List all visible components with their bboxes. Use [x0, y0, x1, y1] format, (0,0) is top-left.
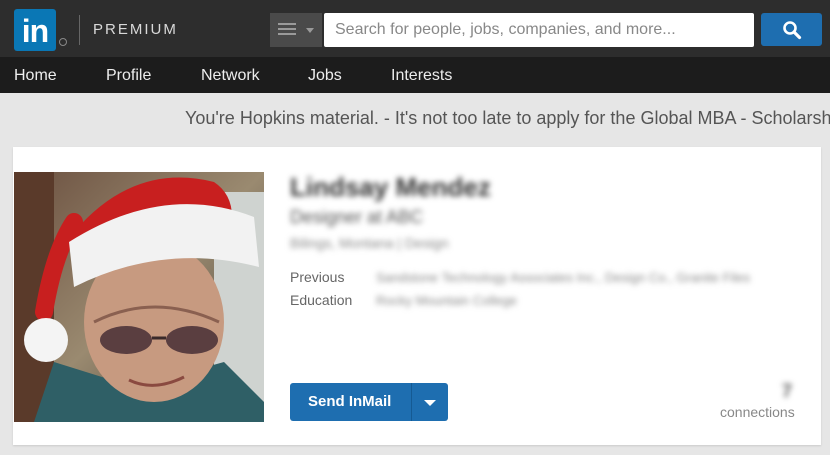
- menu-icon: [278, 23, 296, 37]
- profile-headline: Designer at ABC: [290, 207, 424, 227]
- sponsored-ad-link[interactable]: You're Hopkins material. - It's not too …: [185, 108, 830, 129]
- avatar: [14, 172, 264, 422]
- connections-count: 7: [782, 381, 793, 401]
- registered-mark-icon: [59, 38, 67, 46]
- chevron-down-icon[interactable]: [424, 400, 436, 406]
- header-divider: [79, 15, 80, 45]
- profile-name: Lindsay Mendez: [290, 172, 491, 202]
- button-divider: [411, 383, 412, 421]
- nav-item-profile[interactable]: Profile: [106, 67, 151, 85]
- education-value: Rocky Mountain College: [376, 293, 517, 308]
- education-label: Education: [290, 292, 353, 308]
- connections-label: connections: [720, 404, 795, 420]
- nav-item-jobs[interactable]: Jobs: [308, 67, 342, 85]
- nav-item-interests[interactable]: Interests: [391, 67, 452, 85]
- profile-photo[interactable]: [14, 172, 264, 422]
- search-button[interactable]: [761, 13, 822, 46]
- search-input[interactable]: [324, 13, 754, 47]
- send-inmail-label: Send InMail: [308, 393, 392, 410]
- search-icon: [783, 21, 802, 40]
- premium-label: PREMIUM: [93, 21, 178, 38]
- previous-label: Previous: [290, 269, 345, 285]
- logo-text: in: [21, 13, 49, 49]
- top-bar: in PREMIUM: [0, 0, 830, 57]
- send-inmail-button[interactable]: Send InMail: [290, 383, 448, 421]
- search-category-dropdown[interactable]: [270, 13, 322, 47]
- linkedin-logo[interactable]: in: [14, 9, 56, 51]
- nav-item-network[interactable]: Network: [201, 67, 260, 85]
- chevron-down-icon: [306, 28, 314, 33]
- previous-value: Sandstone Technology Associates Inc., De…: [376, 270, 751, 285]
- main-nav: Home Profile Network Jobs Interests: [0, 57, 830, 93]
- profile-location: Bilings, Montana | Design: [290, 235, 449, 251]
- nav-item-home[interactable]: Home: [14, 67, 57, 85]
